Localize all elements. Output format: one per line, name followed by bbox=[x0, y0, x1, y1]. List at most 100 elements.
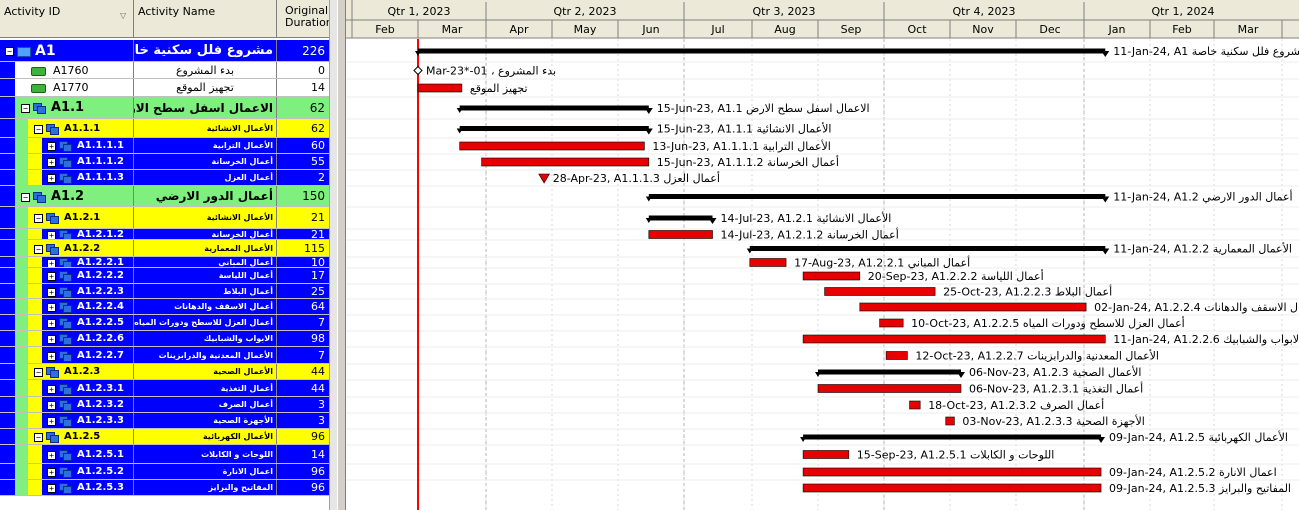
activity-row[interactable]: A1770 تجهيز الموقع 14 bbox=[0, 79, 329, 97]
activity-id-text: A1.2.2.4 bbox=[77, 301, 124, 312]
expand-toggle[interactable]: + bbox=[47, 288, 56, 297]
level-gutter bbox=[15, 480, 28, 495]
level-gutter bbox=[15, 397, 28, 412]
wbs-icon bbox=[59, 258, 72, 267]
wbs-row[interactable]: − A1.2.2 الأعمال المعمارية 115 bbox=[0, 240, 329, 257]
expand-toggle[interactable]: + bbox=[47, 174, 56, 183]
activity-id-cell: + A1.2.2.4 bbox=[0, 299, 133, 314]
wbs-row[interactable]: + A1.2.2.5 أعمال العزل للاسطح ودورات الميا… bbox=[0, 315, 329, 331]
expand-toggle[interactable]: + bbox=[47, 484, 56, 493]
activity-name-cell: الأعمال الصحية bbox=[133, 364, 276, 379]
wbs-row[interactable]: + A1.2.2.1 أعمال المباني 10 bbox=[0, 257, 329, 268]
duration-cell: 21 bbox=[276, 207, 329, 228]
wbs-row[interactable]: + A1.2.2.2 أعمال اللياسة 17 bbox=[0, 268, 329, 284]
activity-row[interactable]: A1760 بدء المشروع 0 bbox=[0, 62, 329, 79]
bar-label: 14-Jul-23, A1.2.1.2 أعمال الخرسانة bbox=[721, 228, 899, 242]
expand-toggle[interactable]: + bbox=[47, 385, 56, 394]
column-header-label: Activity Name bbox=[138, 5, 216, 18]
expand-toggle[interactable]: + bbox=[47, 272, 56, 281]
summary-end-marker bbox=[1101, 51, 1110, 57]
level-gutter bbox=[0, 207, 15, 228]
wbs-row[interactable]: + A1.2.5.3 المفاتيح والبرايز 96 bbox=[0, 480, 329, 496]
column-header-original-duration[interactable]: Original Duration bbox=[276, 0, 333, 38]
activity-id-cell: + A1.2.2.5 bbox=[0, 315, 133, 330]
collapse-toggle[interactable]: − bbox=[5, 47, 14, 56]
collapse-toggle[interactable]: − bbox=[34, 433, 43, 442]
wbs-icon bbox=[59, 483, 72, 494]
level-gutter bbox=[15, 119, 28, 137]
activity-name-cell: أعمال الصرف bbox=[133, 397, 276, 412]
level-gutter bbox=[15, 429, 28, 444]
expand-toggle[interactable]: + bbox=[47, 401, 56, 410]
wbs-row[interactable]: − A1.2.3 الأعمال الصحية 44 bbox=[0, 364, 329, 380]
wbs-row[interactable]: − A1.1 الاعمال اسفل سطح الارض62 bbox=[0, 97, 329, 119]
activity-name-text: بدء المشروع bbox=[175, 64, 235, 77]
activity-name-text: الابواب والشبابيك bbox=[203, 334, 273, 343]
expand-toggle[interactable]: + bbox=[47, 259, 56, 267]
activity-id-cell: + A1.1.1.1 bbox=[0, 138, 133, 153]
expand-toggle[interactable]: + bbox=[47, 352, 56, 361]
wbs-row[interactable]: + A1.2.2.7 الأعمال المعدنية والدرابزينات 7 bbox=[0, 347, 329, 364]
collapse-toggle[interactable]: − bbox=[34, 125, 43, 134]
sort-icon[interactable]: ▽ bbox=[120, 10, 126, 22]
wbs-row[interactable]: − A1.1.1 الأعمال الانشائية 62 bbox=[0, 119, 329, 138]
month-label: May bbox=[574, 23, 597, 36]
expand-toggle[interactable]: + bbox=[47, 158, 56, 167]
expand-toggle[interactable]: + bbox=[47, 303, 56, 312]
collapse-toggle[interactable]: − bbox=[21, 104, 30, 113]
duration-cell: 98 bbox=[276, 331, 329, 346]
wbs-row[interactable]: + A1.1.1.1 الأعمال الترابية 60 bbox=[0, 138, 329, 154]
activity-id-cell: + A1.2.3.1 bbox=[0, 380, 133, 396]
wbs-row[interactable]: + A1.2.2.4 أعمال الاسقف والدهانات 64 bbox=[0, 299, 329, 315]
wbs-row[interactable]: + A1.1.1.3 أعمال العزل 2 bbox=[0, 170, 329, 186]
wbs-row[interactable]: + A1.2.2.6 الابواب والشبابيك 98 bbox=[0, 331, 329, 347]
column-header-activity-id[interactable]: Activity ID ▽ bbox=[0, 0, 133, 38]
collapse-toggle[interactable]: − bbox=[34, 245, 43, 254]
month-label: Dec bbox=[1039, 23, 1060, 36]
level-gutter bbox=[0, 229, 15, 239]
expand-toggle[interactable]: + bbox=[47, 231, 56, 239]
activity-name-text: أعمال الدور الارضي bbox=[155, 189, 273, 203]
wbs-row[interactable]: − A1.2 أعمال الدور الارضي 150 bbox=[0, 186, 329, 207]
activity-id-cell: + A1.2.2.6 bbox=[0, 331, 133, 346]
duration-cell: 21 bbox=[276, 229, 329, 240]
collapse-toggle[interactable]: − bbox=[34, 214, 43, 223]
month-label: Feb bbox=[1172, 23, 1191, 36]
level-gutter bbox=[28, 138, 42, 153]
level-gutter bbox=[15, 138, 28, 153]
column-header-label: Original Duration bbox=[285, 4, 333, 29]
expand-toggle[interactable]: + bbox=[47, 319, 56, 328]
wbs-row[interactable]: − A1 مشروع فلل سكنية خاصة226 bbox=[0, 40, 329, 62]
month-label: Mar bbox=[442, 23, 463, 36]
activity-bar bbox=[417, 83, 463, 93]
wbs-row[interactable]: − A1.2.1 الأعمال الانشائية 21 bbox=[0, 207, 329, 229]
wbs-row[interactable]: + A1.2.3.1 أعمال التغذية 44 bbox=[0, 380, 329, 397]
wbs-row[interactable]: + A1.2.3.2 أعمال الصرف 3 bbox=[0, 397, 329, 413]
expand-toggle[interactable]: + bbox=[47, 335, 56, 344]
column-header-activity-name[interactable]: Activity Name bbox=[133, 0, 276, 38]
wbs-row[interactable]: + A1.2.5.1 اللوحات و الكابلات 14 bbox=[0, 445, 329, 464]
activity-name-text: أعمال الخرسانة bbox=[211, 157, 273, 166]
expand-toggle[interactable]: + bbox=[47, 451, 56, 460]
level-gutter bbox=[28, 284, 42, 298]
expand-toggle[interactable]: + bbox=[47, 468, 56, 477]
wbs-row[interactable]: + A1.2.1.2 أعمال الخرسانة 21 bbox=[0, 229, 329, 240]
wbs-row[interactable]: + A1.2.3.3 الأجهزة الصحية 3 bbox=[0, 413, 329, 429]
bar-label: 15-Jun-23, A1.1.1.2 أعمال الخرسانة bbox=[657, 155, 839, 169]
wbs-row[interactable]: + A1.2.5.2 اعمال الانارة 96 bbox=[0, 464, 329, 480]
activity-name-cell: أعمال الخرسانة bbox=[133, 229, 276, 239]
activity-name-text: أعمال العزل للاسطح ودورات المياه bbox=[134, 318, 273, 327]
expand-toggle[interactable]: + bbox=[47, 417, 56, 426]
expand-toggle[interactable]: + bbox=[47, 142, 56, 151]
duration-cell: 17 bbox=[276, 268, 329, 283]
level-gutter bbox=[28, 347, 42, 363]
duration-cell: 14 bbox=[276, 79, 329, 96]
collapse-toggle[interactable]: − bbox=[34, 368, 43, 377]
level-gutter bbox=[15, 154, 28, 169]
wbs-row[interactable]: + A1.1.1.2 أعمال الخرسانة 55 bbox=[0, 154, 329, 170]
wbs-row[interactable]: − A1.2.5 الأعمال الكهربائية 96 bbox=[0, 429, 329, 445]
collapse-toggle[interactable]: − bbox=[21, 193, 30, 202]
activity-bar bbox=[859, 302, 1087, 312]
wbs-row[interactable]: + A1.2.2.3 أعمال البلاط 25 bbox=[0, 284, 329, 299]
activity-id-text: A1.2.3.3 bbox=[77, 415, 124, 426]
